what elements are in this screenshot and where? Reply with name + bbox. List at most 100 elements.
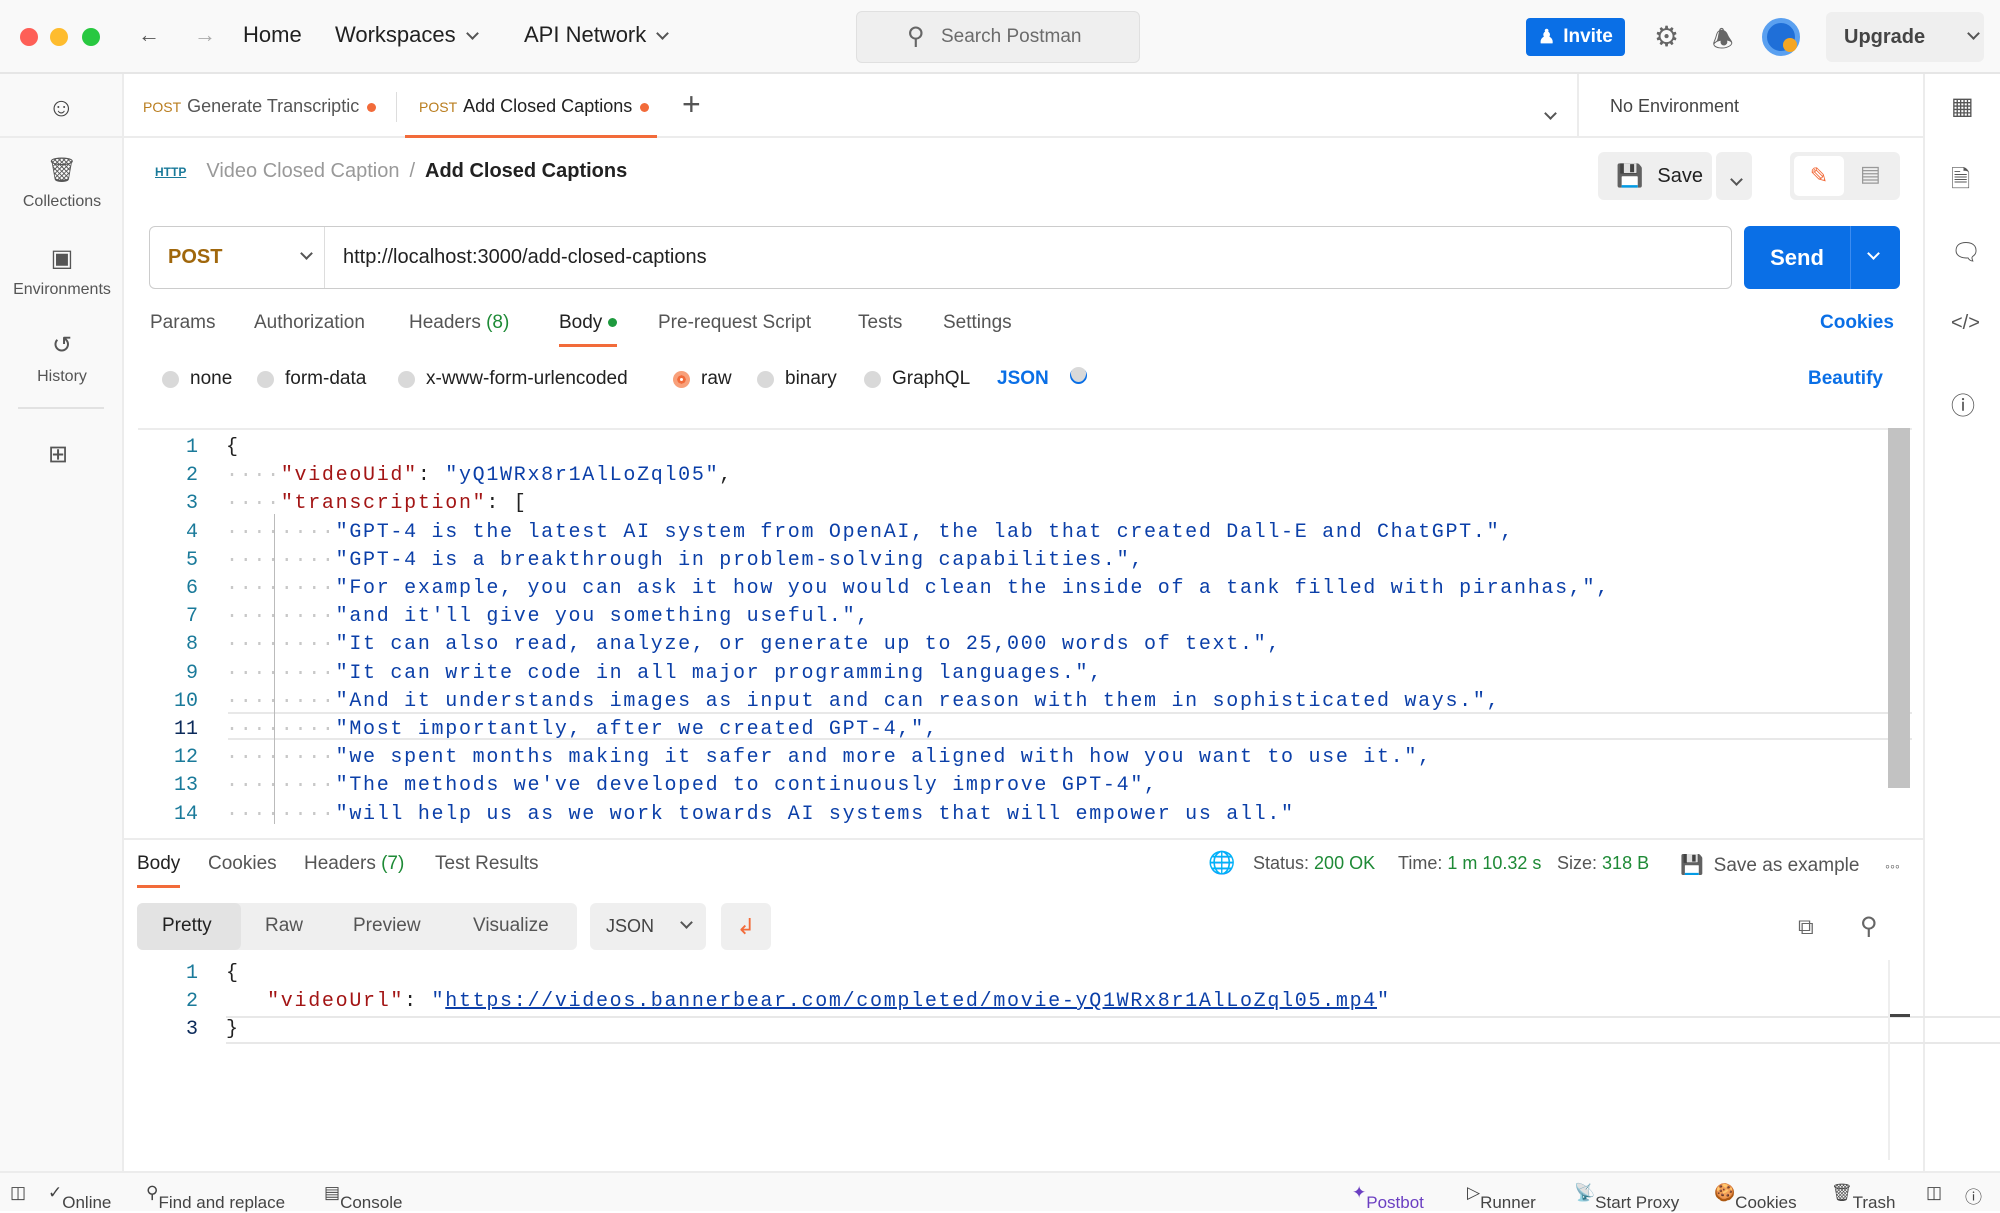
search-input[interactable]: ⚲ Search Postman [856,11,1140,63]
divider [18,407,104,409]
code-icon[interactable]: </> [1951,312,1980,335]
editor-scrollbar[interactable] [1888,428,1910,788]
url-input[interactable]: http://localhost:3000/add-closed-caption… [325,246,707,269]
response-tab-headers[interactable]: Headers (7) [304,853,404,875]
radio-graphql[interactable]: GraphQL [864,368,970,390]
radio-binary[interactable]: binary [757,368,837,390]
sidebar-item-environments[interactable]: ▣ Environments [0,244,124,299]
breadcrumb-current[interactable]: Add Closed Captions [425,160,627,183]
gear-icon[interactable]: ⚙ [1654,20,1679,53]
view-visualize[interactable]: Visualize [473,915,549,937]
tab-settings[interactable]: Settings [943,312,1012,334]
tab-tests[interactable]: Tests [858,312,902,334]
method-select[interactable]: POST [150,227,325,288]
find-and-replace-button[interactable]: ⚲ Find and replace [146,1183,285,1212]
avatar[interactable] [1762,18,1800,56]
response-tab-body[interactable]: Body [137,853,181,888]
tab-pre-request-script[interactable]: Pre-request Script [658,312,811,334]
tab-authorization[interactable]: Authorization [254,312,365,334]
tab-body[interactable]: Body [559,312,617,347]
add-apps-icon[interactable]: ⊞ [48,440,68,469]
body-format-select[interactable]: JSON [997,362,1091,390]
search-icon[interactable]: ⚲ [1860,912,1878,941]
runner-label: Runner [1480,1193,1536,1212]
radio-none[interactable]: none [162,368,232,390]
tab-add-closed-captions[interactable]: POST Add Closed Captions [405,74,657,138]
environment-select[interactable]: No Environment [1577,74,1923,138]
response-view-tabs: Pretty Raw Preview Visualize [137,903,577,950]
api-network-menu[interactable]: API Network [524,22,670,48]
start-proxy-button[interactable]: 📡 Start Proxy [1574,1183,1679,1212]
back-arrow-icon[interactable]: ← [138,22,160,48]
radio-form-data[interactable]: form-data [257,368,366,390]
forward-arrow-icon[interactable]: → [194,22,216,48]
code-line: ········"It can write code in all major … [226,660,1103,688]
globe-icon[interactable]: 🌐 [1208,850,1235,876]
json-token: "will help us as we work towards AI syst… [335,802,1295,826]
collections-icon: 🗑 [46,157,78,184]
new-tab-plus-icon[interactable]: + [682,86,701,123]
invite-label: Invite [1563,26,1613,47]
comment-icon[interactable]: ▤ [1860,161,1881,187]
breadcrumb-parent[interactable]: Video Closed Caption [206,160,399,183]
invite-button[interactable]: ♟ Invite [1526,18,1625,56]
send-button[interactable]: Send [1744,226,1900,289]
close-window-button[interactable] [20,28,38,46]
edit-pencil-icon[interactable]: ✎ [1794,156,1844,196]
help-icon[interactable]: ⓘ [1965,1183,1982,1208]
save-options-button[interactable] [1716,152,1752,200]
view-raw[interactable]: Raw [265,915,303,937]
info-icon[interactable]: ⓘ [1951,386,1975,421]
response-tab-test-results[interactable]: Test Results [435,853,538,875]
sidebar-item-collections[interactable]: 🗑 Collections [0,156,124,211]
save-icon: 💾 [1616,163,1644,188]
comments-icon[interactable]: 🗨 [1951,238,1981,267]
tabs-overflow-chevron-icon[interactable] [1544,107,1557,120]
radio-raw[interactable]: raw [673,368,732,390]
console-label: Console [340,1193,403,1212]
send-options-chevron-icon[interactable] [1867,247,1880,260]
sidebar-item-history[interactable]: ↺ History [0,331,124,386]
two-pane-icon[interactable]: ◫ [1926,1183,1942,1203]
save-as-example-button[interactable]: 💾 Save as example [1680,853,1859,877]
code-line: ········"and it'll give you something us… [226,603,870,631]
bell-icon[interactable]: 🕭 [1712,22,1733,63]
documentation-icon[interactable]: 🗎 [1951,162,1970,203]
tab-params[interactable]: Params [150,312,215,334]
cookies-link[interactable]: Cookies [1820,312,1894,334]
toggle-sidebar-icon[interactable]: ◫ [10,1183,26,1203]
breadcrumb-separator: / [409,160,416,182]
view-pretty[interactable]: Pretty [162,915,212,937]
user-icon[interactable]: ☺ [48,92,75,123]
wrap-lines-icon[interactable]: ↲ [721,903,771,950]
maximize-window-button[interactable] [82,28,100,46]
code-line: ········"we spent months making it safer… [226,744,1432,772]
console-button[interactable]: ▤ Console [324,1183,402,1212]
trash-button[interactable]: 🗑 Trash [1831,1183,1895,1212]
radio-x-www-form-urlencoded[interactable]: x-www-form-urlencoded [398,368,628,390]
minimize-window-button[interactable] [50,28,68,46]
video-url-link[interactable]: https://videos.bannerbear.com/completed/… [445,990,1377,1013]
tab-headers[interactable]: Headers (8) [409,312,509,334]
online-status[interactable]: ✓︎ Online [48,1183,111,1212]
beautify-link[interactable]: Beautify [1808,368,1883,390]
json-token: "It can also read, analyze, or generate … [335,633,1282,657]
save-button[interactable]: 💾 Save [1598,152,1712,200]
upgrade-button[interactable]: Upgrade [1826,12,1984,62]
tab-generate-transcription[interactable]: POST Generate Transcriptic [143,74,377,138]
response-tab-cookies[interactable]: Cookies [208,853,277,875]
view-preview[interactable]: Preview [353,915,421,937]
workspaces-menu[interactable]: Workspaces [335,22,479,48]
request-body-editor[interactable]: 1{2 ····"videoUid": "yQ1WRx8r1AlLoZql05",… [138,428,1912,831]
postbot-button[interactable]: ✦ Postbot [1352,1183,1424,1212]
cookies-button[interactable]: 🍪 Cookies [1714,1183,1797,1212]
divider [1888,960,1890,1160]
response-body-viewer[interactable]: 1 2 3 { "videoUrl": "https://videos.bann… [138,960,2000,1160]
copy-icon[interactable]: ⧉ [1798,914,1814,940]
more-options-icon[interactable]: ◦◦◦ [1885,858,1900,874]
home-link[interactable]: Home [243,22,302,48]
environment-quick-look-icon[interactable]: ▦ [1951,92,1974,121]
response-status: Status: 200 OK [1253,853,1375,874]
runner-button[interactable]: ▷ Runner [1467,1183,1536,1212]
response-format-select[interactable]: JSON [590,903,706,950]
